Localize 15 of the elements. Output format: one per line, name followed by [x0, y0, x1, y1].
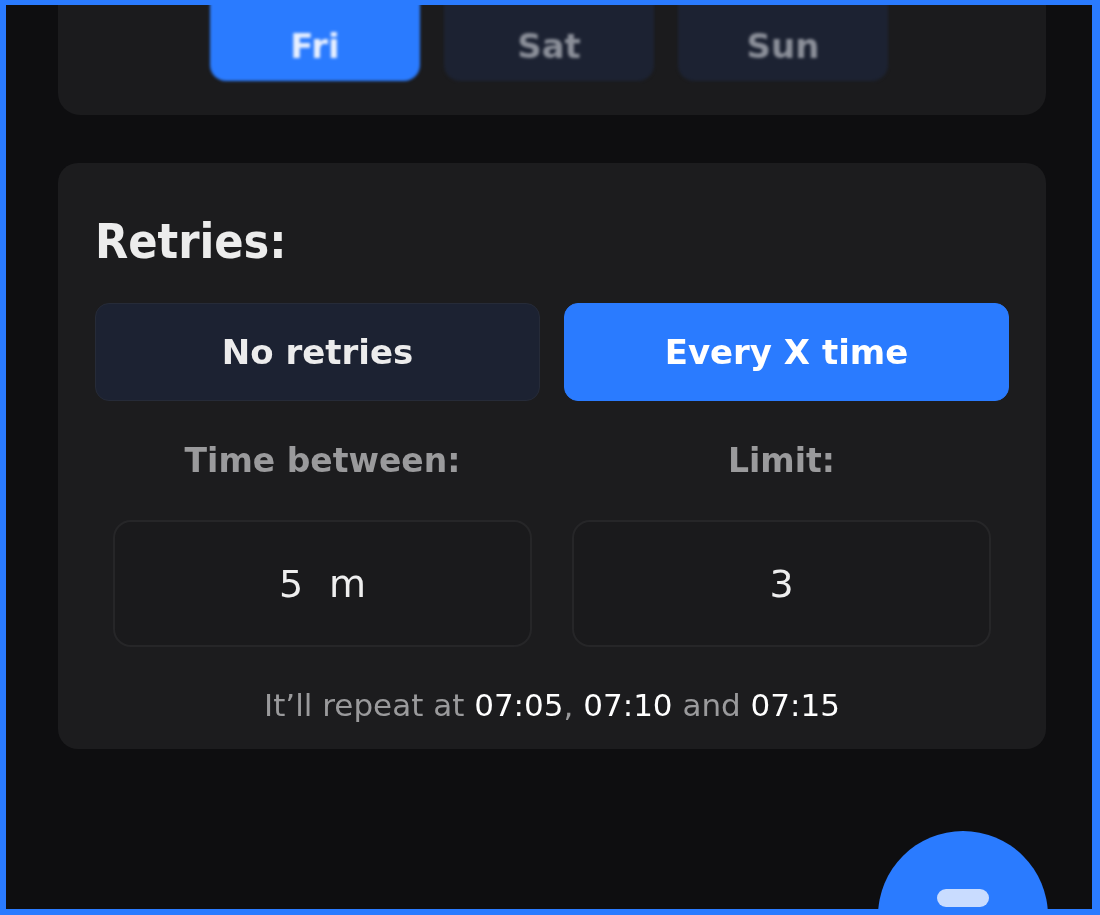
retry-option[interactable]: No retries [95, 303, 540, 401]
section-title: Retries: [95, 213, 288, 269]
input-field[interactable]: 5 m [113, 520, 532, 647]
day-button[interactable]: Sat [444, 5, 654, 81]
day-button[interactable]: Sun [678, 5, 888, 81]
field-label: Time between: [184, 441, 461, 480]
field-label: Limit: [728, 441, 835, 480]
day-button[interactable]: Fri [210, 5, 420, 81]
unit-label: m [329, 561, 367, 606]
field-value: 3 [769, 561, 794, 606]
retry-option[interactable]: Every X time [564, 303, 1009, 401]
pill-icon [935, 887, 991, 909]
repeat-summary: It’ll repeat at 07:05, 07:10 and 07:15 [263, 687, 841, 723]
input-field[interactable]: 3 [572, 520, 991, 647]
field-value: 5 [278, 561, 304, 606]
